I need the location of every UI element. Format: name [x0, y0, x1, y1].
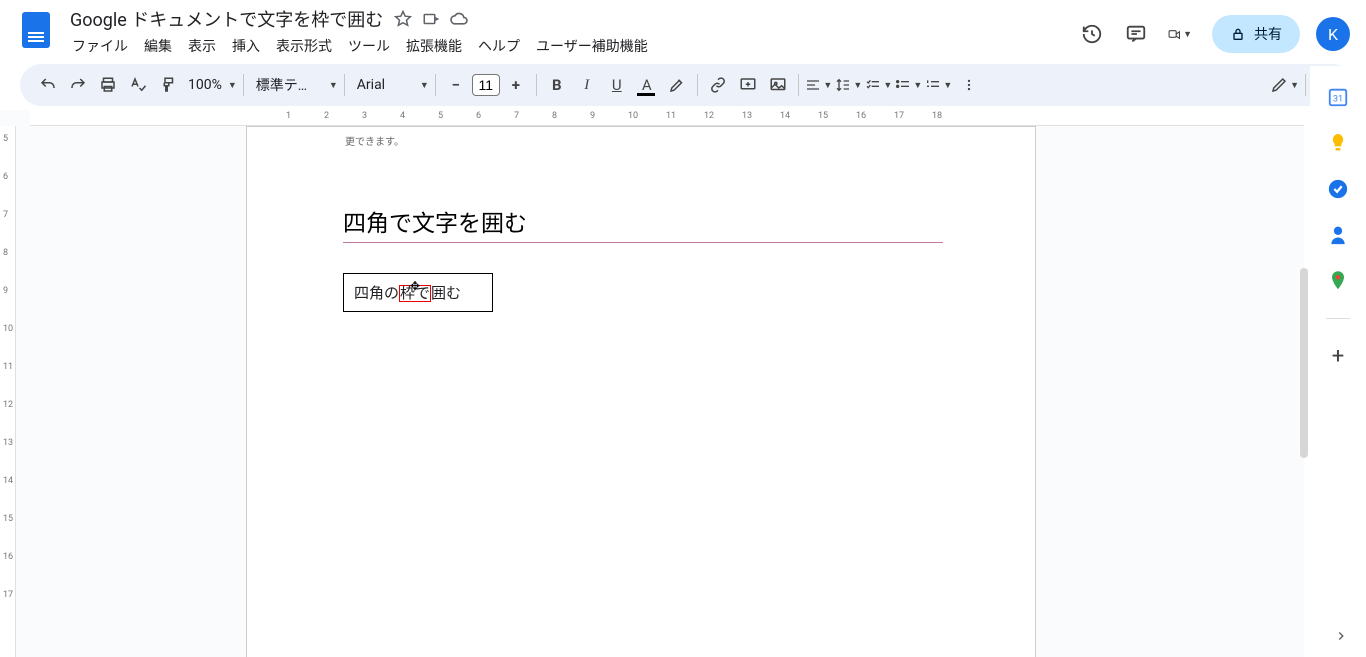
side-panel-collapse-icon[interactable] — [1334, 629, 1348, 643]
menu-format[interactable]: 表示形式 — [268, 34, 340, 58]
heading-text[interactable]: 四角で文字を囲む — [343, 204, 943, 243]
calendar-icon[interactable]: 31 — [1327, 86, 1349, 108]
editing-mode-button[interactable]: ▼ — [1270, 71, 1299, 99]
font-size-increase[interactable]: + — [502, 71, 530, 99]
share-label: 共有 — [1254, 24, 1282, 44]
table-cell[interactable]: 四角の✥枠で囲む — [346, 276, 490, 309]
svg-text:31: 31 — [1333, 95, 1343, 105]
italic-button[interactable]: I — [573, 71, 601, 99]
contacts-icon[interactable] — [1327, 224, 1349, 246]
text-color-button[interactable]: A — [633, 71, 661, 99]
print-button[interactable] — [94, 71, 122, 99]
styles-combo[interactable]: 標準テキ...▼ — [250, 71, 338, 99]
menu-accessibility[interactable]: ユーザー補助機能 — [528, 34, 656, 58]
vertical-scrollbar[interactable] — [1300, 268, 1308, 458]
chevron-down-icon: ▼ — [1183, 29, 1192, 40]
maps-icon[interactable] — [1327, 270, 1349, 292]
star-icon[interactable] — [391, 7, 415, 31]
underline-button[interactable]: U — [603, 71, 631, 99]
highlight-button[interactable] — [663, 71, 691, 99]
more-button[interactable] — [955, 71, 983, 99]
share-button[interactable]: 共有 — [1212, 15, 1300, 53]
paint-format-button[interactable] — [154, 71, 182, 99]
move-cursor-icon: ✥ — [410, 280, 420, 292]
vertical-ruler[interactable]: 567891011121314151617 — [0, 126, 16, 657]
font-combo[interactable]: Arial▼ — [351, 71, 429, 99]
menu-view[interactable]: 表示 — [180, 34, 224, 58]
cell-text-pre: 四角の — [354, 284, 399, 302]
table-frame[interactable]: 四角の✥枠で囲む — [343, 273, 493, 312]
font-size-decrease[interactable]: − — [442, 71, 470, 99]
horizontal-ruler[interactable]: 123456789101112131415161718 — [30, 110, 1304, 126]
tasks-icon[interactable] — [1327, 178, 1349, 200]
history-icon[interactable] — [1072, 14, 1112, 54]
insert-image-button[interactable] — [764, 71, 792, 99]
selected-object[interactable]: ✥枠で — [399, 285, 431, 302]
addons-plus-icon[interactable]: + — [1327, 345, 1349, 367]
insert-comment-button[interactable] — [734, 71, 762, 99]
cell-text-post: 囲む — [431, 284, 461, 302]
menu-tools[interactable]: ツール — [340, 34, 398, 58]
spellcheck-button[interactable] — [124, 71, 152, 99]
redo-button[interactable] — [64, 71, 92, 99]
checklist-button[interactable]: ▼ — [865, 71, 893, 99]
bullet-list-button[interactable]: ▼ — [895, 71, 923, 99]
comments-icon[interactable] — [1116, 14, 1156, 54]
menu-help[interactable]: ヘルプ — [470, 34, 528, 58]
font-size-input[interactable] — [472, 74, 500, 96]
document-title[interactable]: Google ドキュメントで文字を枠で囲む — [64, 6, 389, 32]
menu-bar: ファイル 編集 表示 挿入 表示形式 ツール 拡張機能 ヘルプ ユーザー補助機能 — [64, 32, 1072, 60]
menu-extensions[interactable]: 拡張機能 — [398, 34, 470, 58]
account-avatar[interactable]: K — [1316, 17, 1350, 51]
keep-icon[interactable] — [1327, 132, 1349, 154]
docs-logo[interactable] — [12, 6, 60, 48]
line-spacing-button[interactable]: ▼ — [835, 71, 863, 99]
meet-button[interactable]: ▼ — [1160, 14, 1200, 54]
numbered-list-button[interactable]: ▼ — [925, 71, 953, 99]
toolbar: 100%▼ 標準テキ...▼ Arial▼ − + B I U A ▼ ▼ ▼ … — [20, 64, 1354, 106]
bold-button[interactable]: B — [543, 71, 571, 99]
insert-link-button[interactable] — [704, 71, 732, 99]
document-page[interactable]: 更できます。 四角で文字を囲む 四角の✥枠で囲む — [246, 126, 1036, 657]
body-text-cutoff: 更できます。 — [345, 133, 939, 148]
side-panel: 31 + — [1310, 66, 1366, 657]
align-button[interactable]: ▼ — [805, 71, 833, 99]
move-icon[interactable] — [419, 7, 443, 31]
menu-edit[interactable]: 編集 — [136, 34, 180, 58]
undo-button[interactable] — [34, 71, 62, 99]
zoom-combo[interactable]: 100%▼ — [184, 71, 237, 99]
cloud-status-icon[interactable] — [447, 7, 471, 31]
lock-icon — [1230, 26, 1246, 42]
menu-insert[interactable]: 挿入 — [224, 34, 268, 58]
menu-file[interactable]: ファイル — [64, 34, 136, 58]
